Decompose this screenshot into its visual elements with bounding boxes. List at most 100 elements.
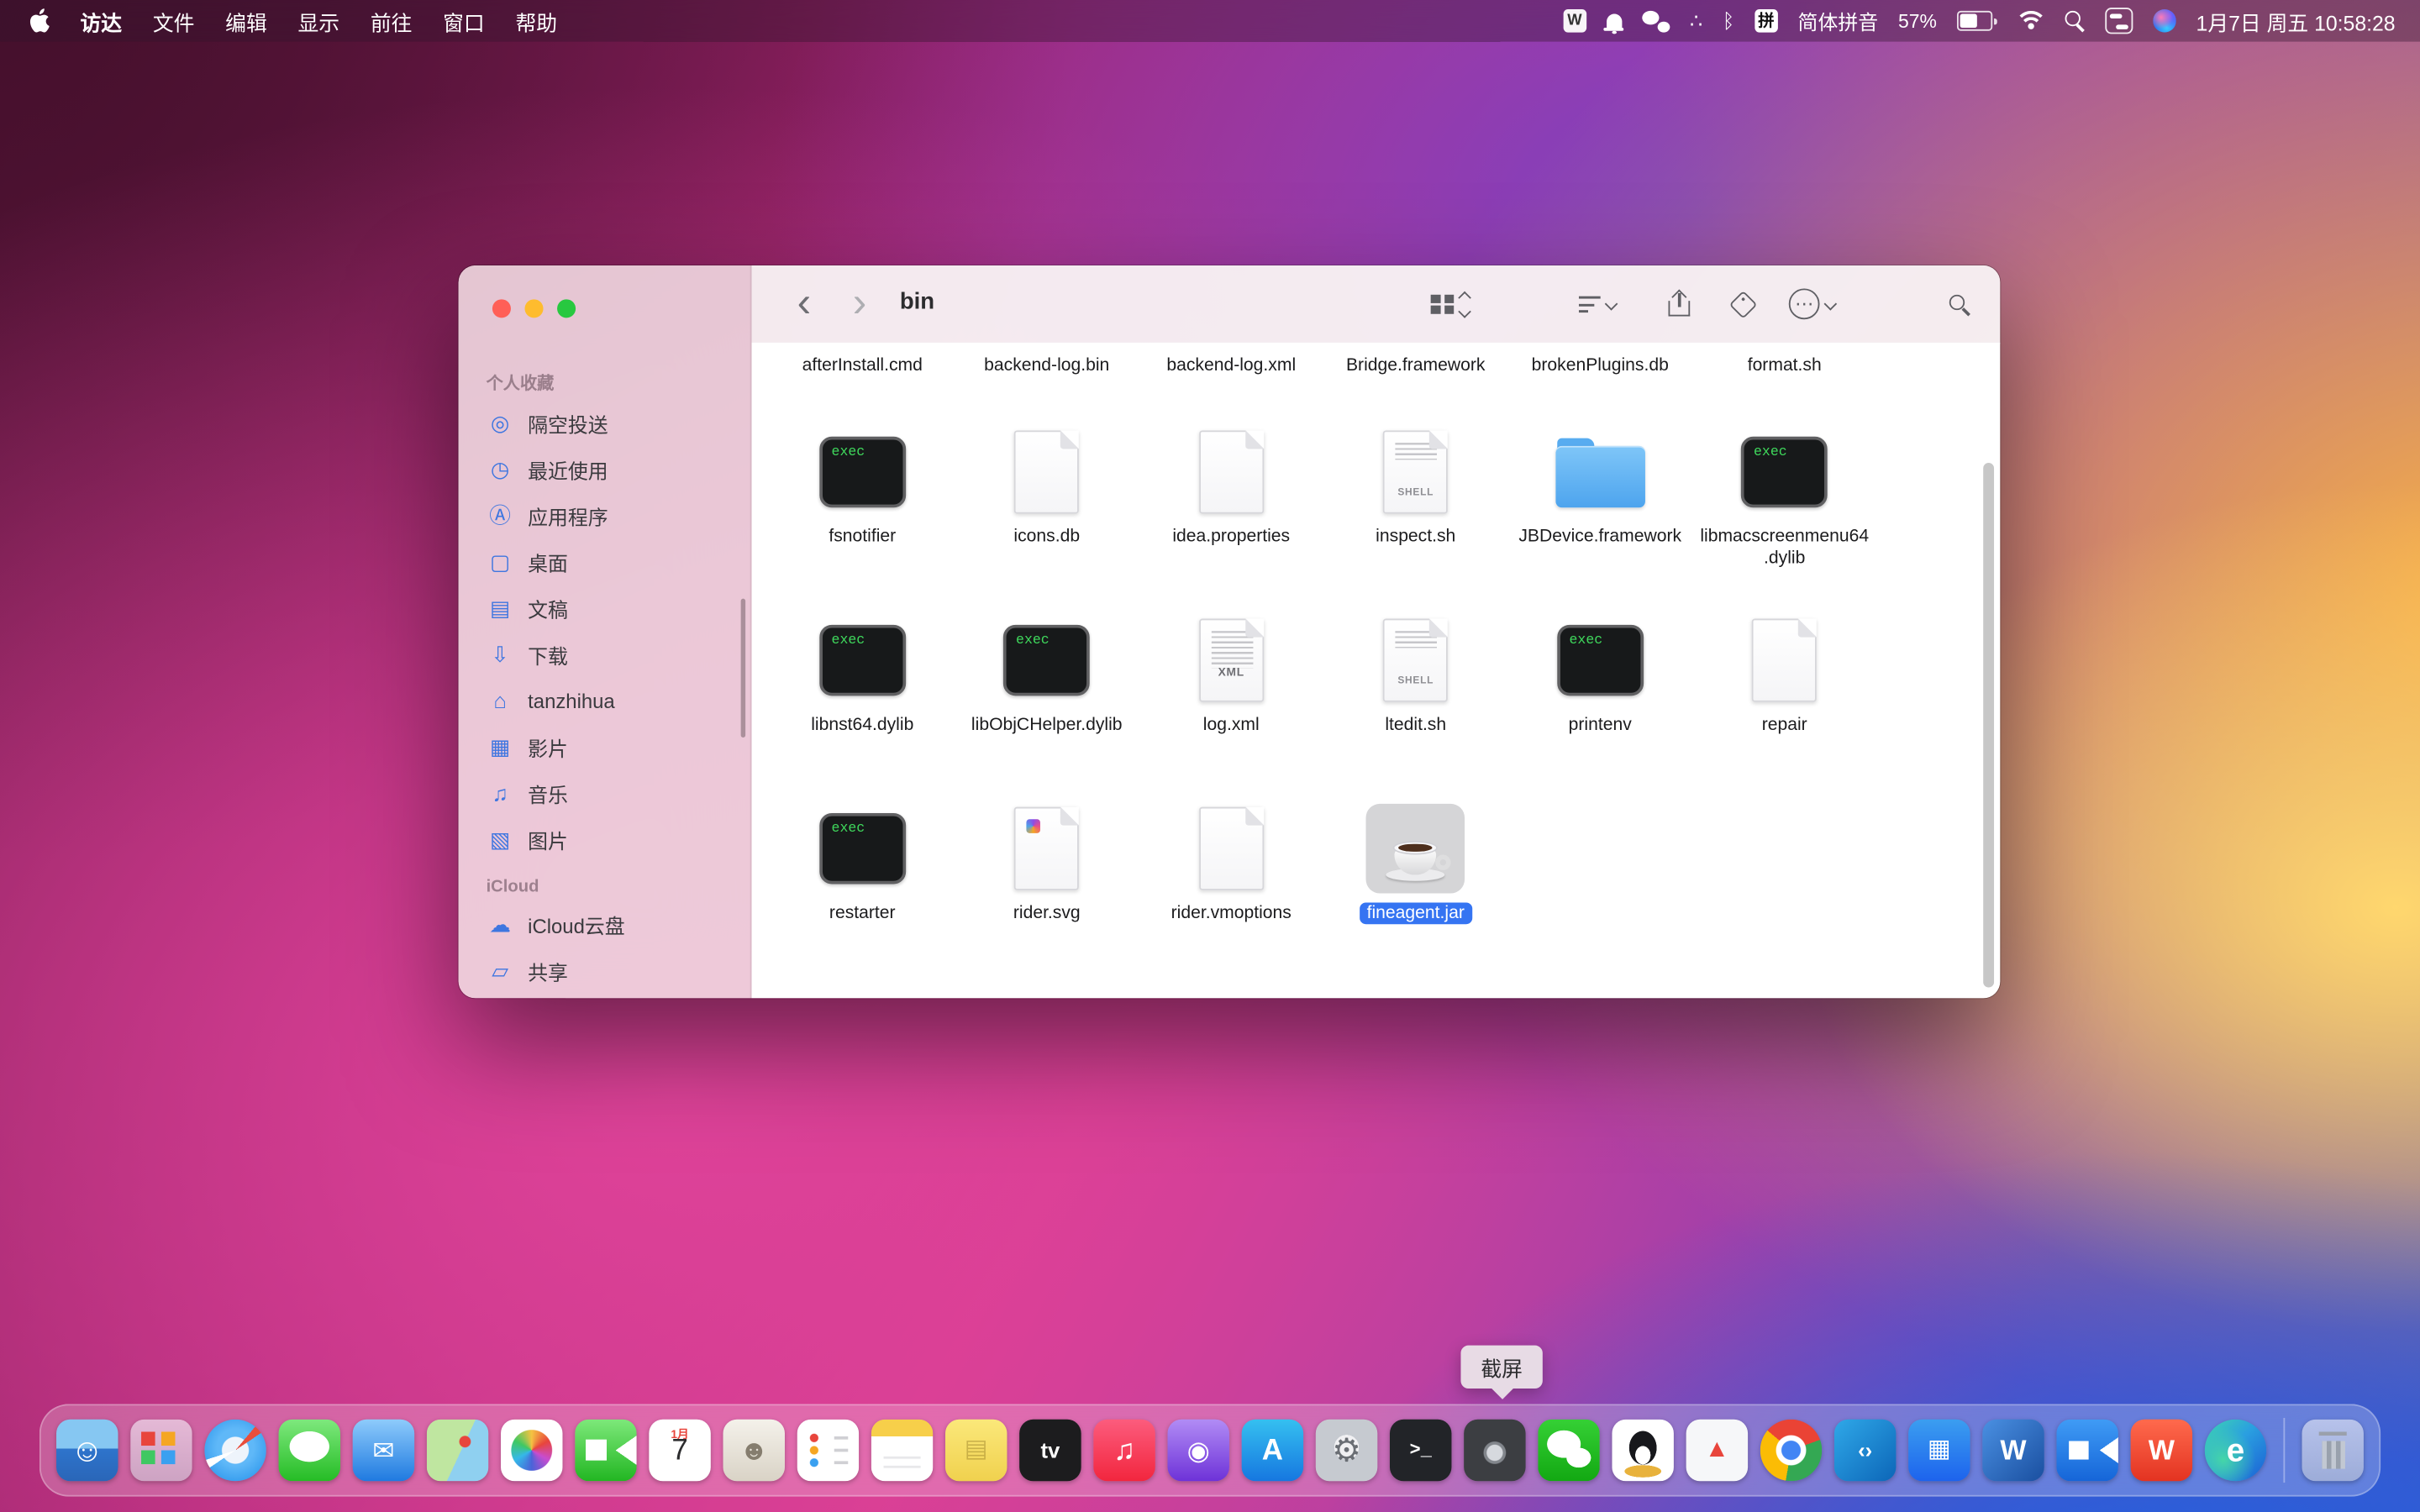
siri-icon[interactable] [2153,9,2176,33]
forward-button[interactable]: › [841,275,878,330]
share-button[interactable] [1669,287,1691,321]
dock-app-messages[interactable] [279,1420,340,1481]
dock-app-appstore[interactable]: A [1242,1420,1303,1481]
dock-app-wps[interactable]: W [2131,1420,2192,1481]
dock-app-chrome[interactable] [1760,1420,1822,1481]
app-menu-finder[interactable]: 访达 [81,5,123,36]
dots-status-icon[interactable]: ∴ [1690,8,1702,33]
menu-bar-clock[interactable]: 1月7日 周五 10:58:28 [2196,5,2396,36]
dock-app-trash[interactable] [2302,1420,2363,1481]
close-button[interactable] [492,299,511,318]
dock-app-facetime[interactable] [575,1420,636,1481]
menu-item-0[interactable]: 文件 [153,5,195,36]
dock-app-edge[interactable]: e [2205,1420,2266,1481]
input-method-icon[interactable]: 拼 [1754,9,1778,33]
file-item-fsnotifier[interactable]: execfsnotifier [771,428,955,570]
sidebar-item-pictures[interactable]: ▧图片 [474,816,738,863]
dock-app-notes[interactable] [871,1420,933,1481]
file-item-jbdevice-framework[interactable]: JBDevice.framework [1507,428,1691,570]
file-item-repair[interactable]: repair [1692,616,1876,736]
sidebar-item-icloud-drive[interactable]: ☁iCloud云盘 [474,901,738,948]
sidebar-item-documents[interactable]: ▤文稿 [474,585,738,631]
file-item-log-xml[interactable]: XMLlog.xml [1139,616,1323,736]
sidebar-item-home[interactable]: ⌂tanzhihua [474,677,738,723]
menu-item-3[interactable]: 前往 [371,5,413,36]
dock-app-screenshot[interactable] [1464,1420,1525,1481]
wps-status-icon[interactable]: W [1563,9,1586,33]
dock-app-contacts[interactable]: ☻ [723,1420,785,1481]
dock-app-photos[interactable] [501,1420,562,1481]
dock-app-qq[interactable] [1612,1420,1673,1481]
file-item-libobjchelper-dylib[interactable]: execlibObjCHelper.dylib [955,616,1139,736]
file-item-idea-properties[interactable]: idea.properties [1139,428,1323,570]
more-options-button[interactable]: ⋯ [1789,287,1835,321]
view-options-button[interactable] [1431,287,1470,321]
minimize-button[interactable] [524,299,543,318]
file-item-backend-log-bin[interactable]: backend-log.bin [955,345,1139,376]
menu-item-5[interactable]: 帮助 [515,5,557,36]
notification-bell-icon[interactable] [1607,13,1622,29]
battery-icon[interactable] [1957,11,1997,31]
dock-app-system-preferences[interactable]: ⚙ [1316,1420,1377,1481]
sidebar-item-recents[interactable]: ◷最近使用 [474,446,738,492]
apple-menu-icon[interactable] [28,8,50,34]
sidebar-item-movies[interactable]: ▦影片 [474,723,738,769]
spotlight-icon[interactable] [2065,11,2085,31]
doc-file-icon [1014,430,1079,513]
sidebar-scrollbar[interactable] [741,599,746,738]
wifi-icon[interactable] [2017,11,2044,31]
file-item-libnst64-dylib[interactable]: execlibnst64.dylib [771,616,955,736]
menu-item-1[interactable]: 编辑 [225,5,267,36]
file-item-fineagent-jar[interactable]: fineagent.jar [1323,804,1507,924]
dock-app-finder[interactable]: ☺ [56,1420,118,1481]
file-item-restarter[interactable]: execrestarter [771,804,955,924]
menu-item-4[interactable]: 窗口 [443,5,485,36]
file-item-inspect-sh[interactable]: SHELLinspect.sh [1323,428,1507,570]
sidebar-item-music[interactable]: ♫音乐 [474,770,738,816]
dock-app-reminders[interactable] [797,1420,859,1481]
dock-app-maps[interactable] [427,1420,488,1481]
zoom-button[interactable] [557,299,576,318]
dock-app-vscode[interactable]: ‹› [1834,1420,1896,1481]
dock-app-mail[interactable]: ✉ [353,1420,414,1481]
file-item-icons-db[interactable]: icons.db [955,428,1139,570]
sidebar-item-shared[interactable]: ▱共享 [474,948,738,994]
menu-item-2[interactable]: 显示 [297,5,339,36]
sidebar-item-desktop[interactable]: ▢桌面 [474,538,738,585]
sidebar-item-applications[interactable]: Ⓐ应用程序 [474,492,738,538]
dock-app-safari[interactable] [204,1420,266,1481]
dock-app-stickies[interactable]: ▤ [945,1420,1007,1481]
wechat-status-icon[interactable] [1642,10,1670,32]
dock-app-docker[interactable]: ▦ [1908,1420,1970,1481]
file-item-printenv[interactable]: execprintenv [1507,616,1691,736]
sidebar-item-airdrop[interactable]: ◎隔空投送 [474,400,738,446]
file-item-rider-vmoptions[interactable]: rider.vmoptions [1139,804,1323,924]
file-item-backend-log-xml[interactable]: backend-log.xml [1139,345,1323,376]
bluetooth-icon[interactable]: ᛒ [1723,9,1734,33]
dock-app-music[interactable]: ♫ [1093,1420,1155,1481]
file-item-format-sh[interactable]: format.sh [1692,345,1876,376]
file-item-brokenplugins-db[interactable]: brokenPlugins.db [1507,345,1691,376]
group-by-button[interactable] [1579,287,1616,321]
control-center-icon[interactable] [2105,8,2133,34]
file-item-rider-svg[interactable]: rider.svg [955,804,1139,924]
dock-app-rocket-app[interactable]: ▲ [1686,1420,1748,1481]
dock-app-podcasts[interactable]: ◉ [1167,1420,1228,1481]
file-item-libmacscreenmenu64-dylib[interactable]: execlibmacscreenmenu64.dylib [1692,428,1876,570]
dock-app-terminal[interactable]: >_ [1390,1420,1451,1481]
input-method-name[interactable]: 简体拼音 [1798,6,1879,35]
dock-app-launchpad[interactable] [130,1420,192,1481]
tag-button[interactable] [1733,287,1754,321]
dock-app-meeting[interactable] [2056,1420,2118,1481]
back-button[interactable]: ‹ [786,275,823,330]
file-item-bridge-framework[interactable]: Bridge.framework [1323,345,1507,376]
dock-app-appletv[interactable]: tv [1019,1420,1081,1481]
dock-app-word[interactable]: W [1982,1420,2044,1481]
file-item-ltedit-sh[interactable]: SHELLltedit.sh [1323,616,1507,736]
search-button[interactable] [1949,287,1970,321]
dock-app-wechat[interactable] [1538,1420,1599,1481]
content-scrollbar[interactable] [1983,463,1994,987]
sidebar-item-downloads[interactable]: ⇩下载 [474,631,738,677]
dock-app-calendar[interactable]: 1月7 [649,1420,710,1481]
file-item-afterinstall-cmd[interactable]: afterInstall.cmd [771,345,955,376]
